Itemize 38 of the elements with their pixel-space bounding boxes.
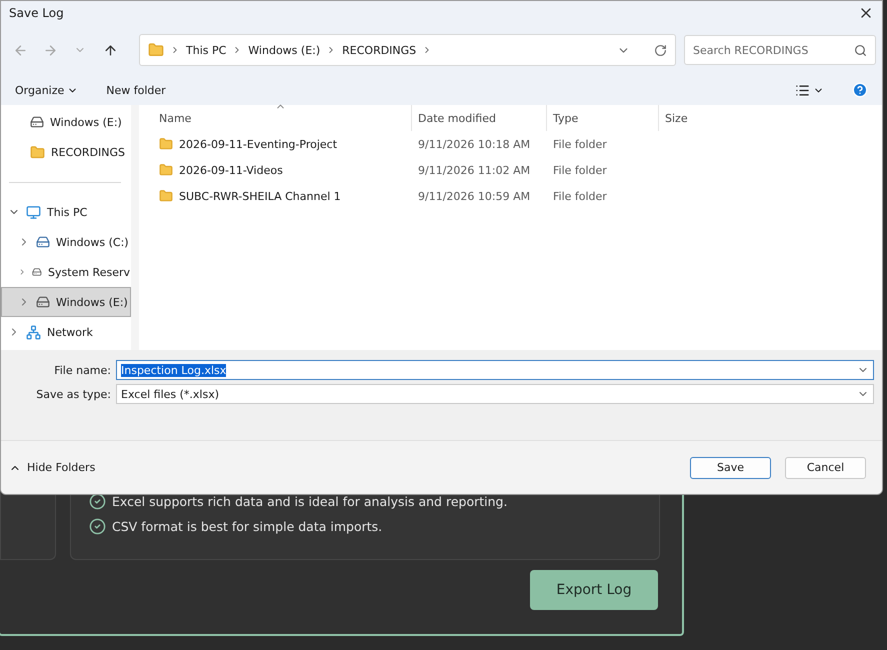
window-title: Save Log <box>9 6 64 20</box>
cancel-button[interactable]: Cancel <box>785 456 866 478</box>
sidebar-item[interactable]: Windows (C:) <box>1 227 131 257</box>
sidebar-item[interactable]: Network <box>1 317 131 347</box>
address-bar[interactable]: This PC Windows (E:) RECORDINGS <box>139 34 676 66</box>
sidebar-item[interactable]: RECORDINGS <box>1 137 131 167</box>
field-label: Save as type: <box>35 388 111 400</box>
sidebar-item[interactable]: System Reserv <box>1 257 131 287</box>
breadcrumb[interactable]: RECORDINGS <box>342 44 416 56</box>
breadcrumb[interactable]: Windows (E:) <box>248 44 320 56</box>
column-header[interactable]: Type <box>546 105 658 131</box>
type-cell-text: File folder <box>552 188 608 204</box>
field-label: File name: <box>53 364 111 376</box>
organize-button[interactable]: Organize <box>15 84 78 96</box>
breadcrumb[interactable]: This PC <box>186 44 226 56</box>
column-header[interactable]: Date modified <box>411 105 546 131</box>
file-name-cell[interactable]: SUBC-RWR-SHEILA Channel 1 <box>153 183 411 209</box>
type-cell-text: File folder <box>552 136 608 152</box>
sidebar-item[interactable]: Windows (E:) <box>1 107 131 137</box>
note-text: Excel supports rich data and is ideal for analysis and reporting. <box>112 494 508 509</box>
date-cell-text: 9/11/2026 10:18 AM <box>417 136 532 152</box>
sidebar-item[interactable]: This PC <box>1 197 131 227</box>
date-cell-text: 9/11/2026 10:59 AM <box>417 188 532 204</box>
date-cell-text: 9/11/2026 11:02 AM <box>417 162 532 178</box>
save-button[interactable]: Save <box>690 456 771 478</box>
new-folder-button[interactable]: New folder <box>106 84 166 96</box>
file-type-dropdown[interactable]: Excel files (*.xlsx) <box>116 384 874 404</box>
note-text: CSV format is best for simple data imports. <box>112 519 382 534</box>
sidebar-item[interactable]: Windows (E:) <box>1 287 131 317</box>
column-header[interactable]: Size <box>658 105 733 131</box>
file-name-field[interactable]: Inspection Log.xlsx <box>116 360 874 380</box>
file-name-cell[interactable]: 2026-09-11-Videos <box>153 157 411 183</box>
file-name-cell[interactable]: 2026-09-11-Eventing-Project <box>153 131 411 157</box>
type-cell-text: File folder <box>552 162 608 178</box>
hide-folders-button[interactable]: Hide Folders <box>9 461 96 474</box>
column-header[interactable]: Name <box>153 105 411 131</box>
search-field[interactable]: Search RECORDINGS <box>684 35 876 65</box>
export-button[interactable]: Export Log <box>530 570 658 610</box>
